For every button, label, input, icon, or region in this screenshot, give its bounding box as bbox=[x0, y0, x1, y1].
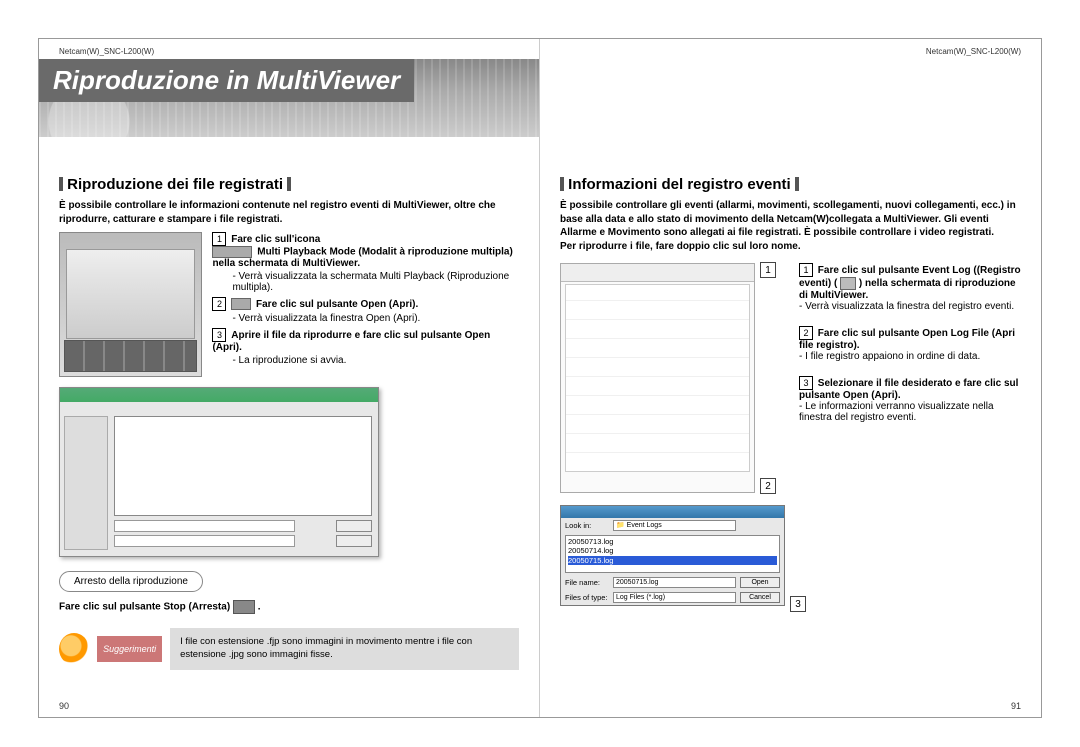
r-step-1-note: - Verrà visualizzata la finestra del reg… bbox=[799, 301, 1021, 312]
chapter-banner: Riproduzione in MultiViewer bbox=[39, 59, 539, 137]
r-step-3-note: - Le informazioni verranno visualizzate … bbox=[799, 401, 1021, 423]
callout-1: 1 bbox=[760, 262, 776, 278]
step-1-note: - Verrà visualizzata la schermata Multi … bbox=[232, 271, 519, 293]
step-1-marker: 1 bbox=[212, 232, 226, 246]
r-step-2-note: - I file registro appaiono in ordine di … bbox=[799, 351, 1021, 362]
page-number-left: 90 bbox=[59, 701, 69, 711]
page-number-right: 91 bbox=[1011, 701, 1021, 711]
tip-text: I file con estensione .fjp sono immagini… bbox=[170, 628, 519, 670]
step-2-note: - Verrà visualizzata la finestra Open (A… bbox=[232, 313, 519, 324]
step-1-title: Fare clic sull'icona bbox=[231, 234, 320, 245]
running-head-left: Netcam(W)_SNC-L200(W) bbox=[59, 47, 519, 56]
right-intro: È possibile controllare gli eventi (alla… bbox=[560, 199, 1021, 253]
left-section-title: Riproduzione dei file registrati bbox=[59, 176, 519, 193]
filename-field: 20050715.log bbox=[613, 577, 736, 588]
callout-3: 3 bbox=[790, 596, 806, 612]
step-2-marker: 2 bbox=[212, 297, 226, 311]
r-step-2-marker: 2 bbox=[799, 326, 813, 340]
filename-label: File name: bbox=[565, 578, 609, 587]
filetype-label: Files of type: bbox=[565, 593, 609, 602]
r-step-3-title: Selezionare il file desiderato e fare cl… bbox=[799, 378, 1018, 401]
open-button-icon bbox=[231, 298, 251, 310]
log-file-list: 20050713.log 20050714.log 20050715.log bbox=[565, 535, 780, 573]
step-3-note: - La riproduzione si avvia. bbox=[232, 355, 519, 366]
open-button: Open bbox=[740, 577, 780, 588]
multiviewer-playback-screenshot bbox=[59, 232, 202, 377]
multi-playback-icon bbox=[212, 246, 252, 258]
cancel-button: Cancel bbox=[740, 592, 780, 603]
r-step-3-marker: 3 bbox=[799, 376, 813, 390]
r-step-2-title: Fare clic sul pulsante Open Log File (Ap… bbox=[799, 328, 1015, 351]
open-file-dialog-screenshot bbox=[59, 387, 379, 557]
stop-playback-heading: Arresto della riproduzione bbox=[59, 571, 203, 592]
stop-instruction: Fare clic sul pulsante Stop (Arresta) . bbox=[59, 600, 519, 614]
right-section-title: Informazioni del registro eventi bbox=[560, 176, 1021, 193]
event-log-icon bbox=[840, 277, 856, 290]
tip-mascot-icon bbox=[59, 633, 89, 665]
filetype-field: Log Files (*.log) bbox=[613, 592, 736, 603]
lookin-field: 📁 Event Logs bbox=[613, 520, 736, 531]
open-log-dialog-screenshot: Look in: 📁 Event Logs 20050713.log 20050… bbox=[560, 505, 785, 606]
event-log-window-screenshot: 1 2 bbox=[560, 263, 755, 493]
stop-button-icon bbox=[233, 600, 255, 614]
running-head-right: Netcam(W)_SNC-L200(W) bbox=[560, 47, 1021, 56]
step-3-marker: 3 bbox=[212, 328, 226, 342]
lookin-label: Look in: bbox=[565, 521, 609, 530]
step-3-title: Aprire il file da riprodurre e fare clic… bbox=[212, 330, 490, 353]
left-intro: È possibile controllare le informazioni … bbox=[59, 199, 519, 226]
callout-2: 2 bbox=[760, 478, 776, 494]
chapter-title: Riproduzione in MultiViewer bbox=[39, 59, 414, 102]
tip-label: Suggerimenti bbox=[97, 636, 162, 662]
r-step-1-marker: 1 bbox=[799, 263, 813, 277]
step-1-subtitle: Multi Playback Mode (Modalit à riproduzi… bbox=[212, 247, 512, 269]
step-2-title: Fare clic sul pulsante Open (Apri). bbox=[256, 299, 418, 310]
